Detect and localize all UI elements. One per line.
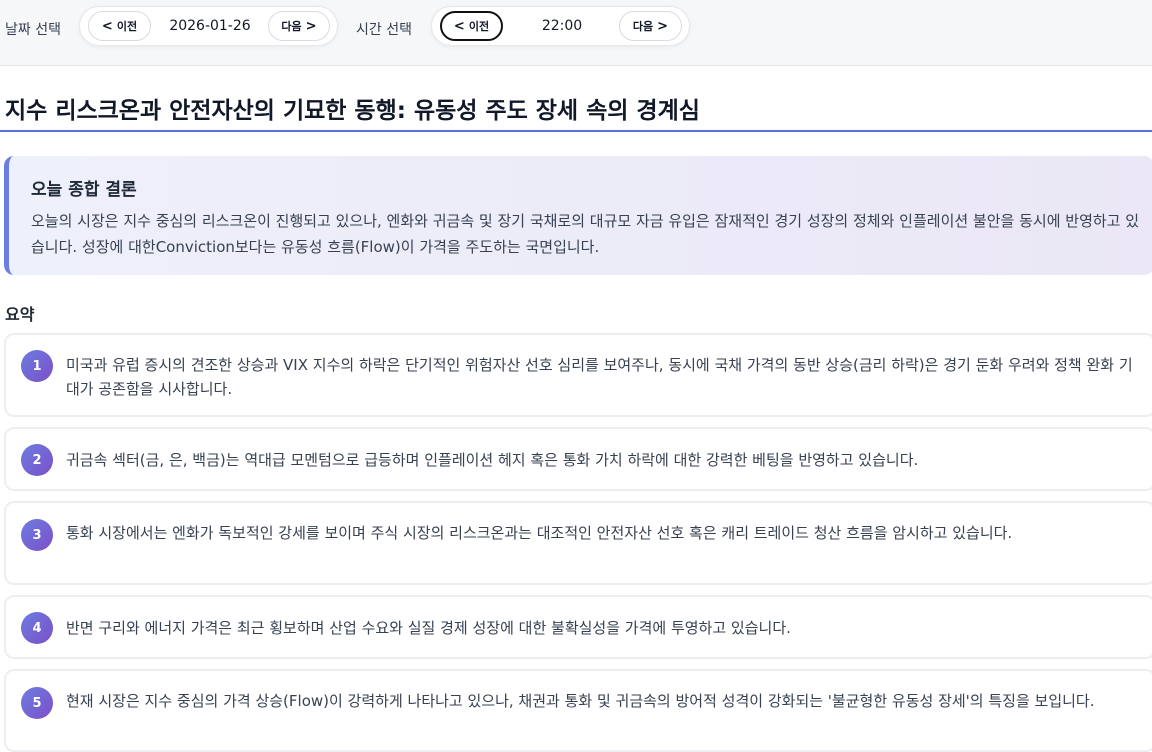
summary-item-text: 미국과 유럽 증시의 견조한 상승과 VIX 지수의 하락은 단기적인 위험자산…	[66, 356, 1133, 398]
summary-item-text: 귀금속 섹터(금, 은, 백금)는 역대급 모멘텀으로 급등하며 인플레이션 헤…	[66, 451, 919, 469]
summary-item: 2 귀금속 섹터(금, 은, 백금)는 역대급 모멘텀으로 급등하며 인플레이션…	[4, 427, 1152, 491]
summary-title: 요약	[5, 305, 35, 324]
summary-item-text: 반면 구리와 에너지 가격은 최근 횡보하며 산업 수요와 실질 경제 성장에 …	[66, 619, 791, 637]
summary-item: 5 현재 시장은 지수 중심의 가격 상승(Flow)이 강력하게 나타나고 있…	[4, 669, 1152, 752]
date-selector-label: 날짜 선택	[5, 22, 61, 38]
time-prev-label: 이전	[468, 20, 490, 33]
summary-item-text: 통화 시장에서는 엔화가 독보적인 강세를 보이며 주식 시장의 리스크온과는 …	[66, 524, 1013, 542]
item-number-badge: 3	[21, 519, 53, 551]
date-next-label: 다음	[281, 20, 302, 33]
time-prev-button[interactable]: < 이전	[440, 11, 503, 41]
conclusion-body: 오늘의 시장은 지수 중심의 리스크온이 진행되고 있으나, 엔화와 귀금속 및…	[31, 212, 1140, 256]
date-prev-label: 이전	[116, 20, 138, 33]
conclusion-title: 오늘 종합 결론	[31, 180, 137, 200]
page-title: 지수 리스크온과 안전자산의 기묘한 동행: 유동성 주도 장세 속의 경계심	[5, 98, 700, 124]
chevron-left-icon: <	[101, 18, 113, 34]
time-selector-label: 시간 선택	[356, 22, 412, 38]
conclusion-card: 오늘 종합 결론 오늘의 시장은 지수 중심의 리스크온이 진행되고 있으나, …	[4, 156, 1152, 275]
summary-item: 1 미국과 유럽 증시의 견조한 상승과 VIX 지수의 하락은 단기적인 위험…	[4, 333, 1152, 417]
title-divider	[0, 130, 1152, 132]
chevron-left-icon: <	[453, 18, 465, 34]
summary-item: 3 통화 시장에서는 엔화가 독보적인 강세를 보이며 주식 시장의 리스크온과…	[4, 501, 1152, 585]
top-toolbar: 날짜 선택 < 이전 2026-01-26 다음 > 시간 선택 < 이전 22…	[0, 0, 1152, 66]
date-selector: < 이전 2026-01-26 다음 >	[79, 6, 338, 46]
chevron-right-icon: >	[305, 18, 317, 34]
item-number-badge: 5	[21, 687, 53, 719]
time-next-button[interactable]: 다음 >	[619, 11, 682, 41]
chevron-right-icon: >	[657, 18, 669, 34]
item-number-badge: 2	[21, 444, 53, 476]
time-next-label: 다음	[632, 20, 654, 33]
date-next-button[interactable]: 다음 >	[268, 11, 330, 41]
date-prev-button[interactable]: < 이전	[88, 11, 151, 41]
time-value: 22:00	[541, 18, 583, 34]
time-selector: < 이전 22:00 다음 >	[431, 6, 690, 46]
summary-item-text: 현재 시장은 지수 중심의 가격 상승(Flow)이 강력하게 나타나고 있으나…	[66, 692, 1095, 710]
summary-item: 4 반면 구리와 에너지 가격은 최근 횡보하며 산업 수요와 실질 경제 성장…	[4, 595, 1152, 659]
item-number-badge: 1	[21, 350, 53, 382]
item-number-badge: 4	[21, 612, 53, 644]
date-value: 2026-01-26	[169, 18, 251, 34]
